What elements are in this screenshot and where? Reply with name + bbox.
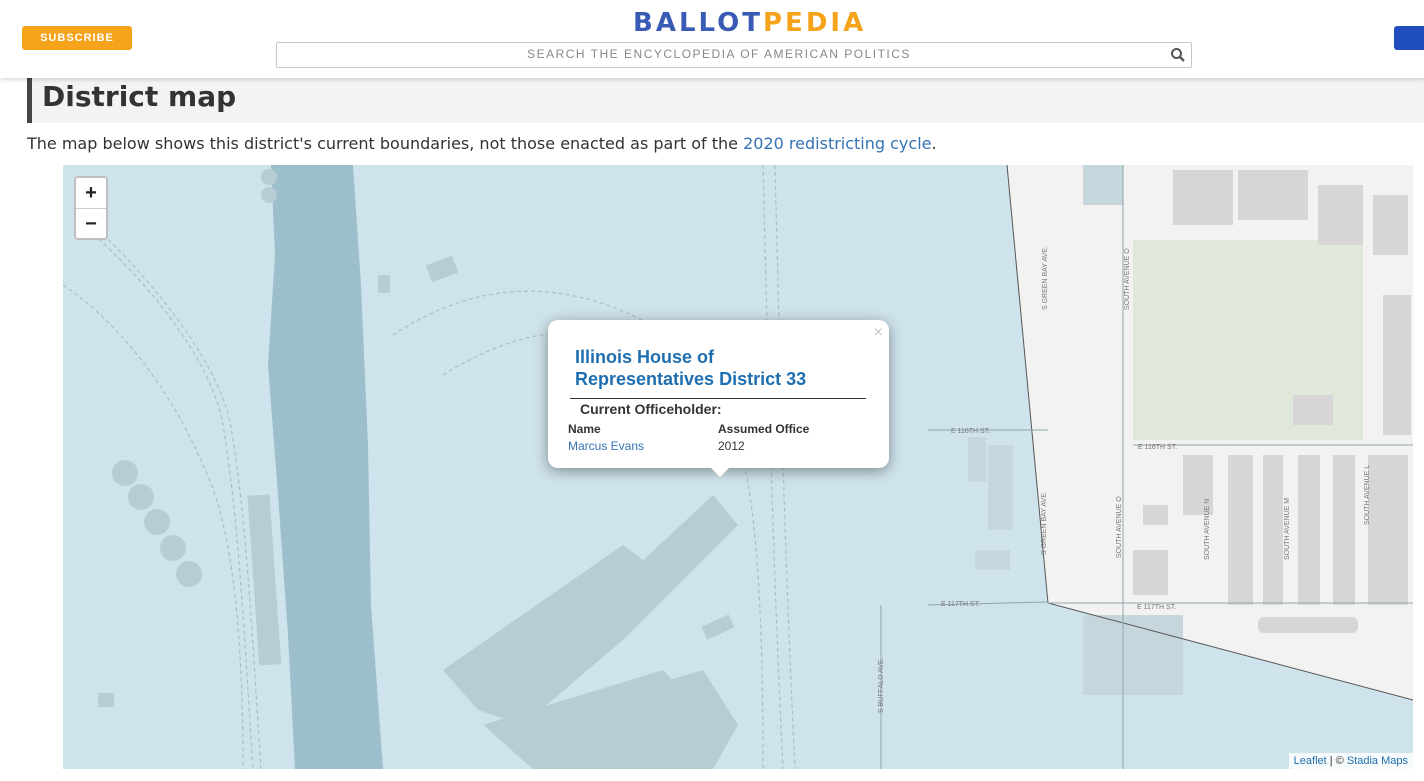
subscribe-button[interactable]: SUBSCRIBE xyxy=(22,26,132,50)
assumed-office-year: 2012 xyxy=(718,439,745,453)
top-bar: SUBSCRIBE BALLOTPEDIA SEARCH THE ENCYCLO… xyxy=(0,0,1424,78)
street-label: SOUTH AVENUE L xyxy=(1364,465,1371,525)
zoom-control: + − xyxy=(74,176,108,240)
section-title: District map xyxy=(42,80,237,113)
menu-tab[interactable] xyxy=(1394,26,1424,50)
popup-name-header: Name xyxy=(568,422,601,436)
logo-part-pedia: PEDIA xyxy=(763,8,867,38)
redistricting-link[interactable]: 2020 redistricting cycle xyxy=(743,134,931,153)
ballotpedia-logo[interactable]: BALLOTPEDIA xyxy=(633,8,866,38)
street-label: S GREEN BAY AVE. xyxy=(1042,246,1049,310)
map-attribution: Leaflet | © Stadia Maps xyxy=(1288,753,1413,769)
officeholder-name-link[interactable]: Marcus Evans xyxy=(568,439,644,453)
street-label: SOUTH AVENUE M xyxy=(1284,498,1291,560)
popup-close-button[interactable]: × xyxy=(874,324,883,342)
street-label: E 116TH ST. xyxy=(951,428,990,435)
popup-assumed-header: Assumed Office xyxy=(718,422,810,436)
stadia-maps-link[interactable]: Stadia Maps xyxy=(1347,755,1408,767)
popup-divider xyxy=(570,398,866,399)
section-heading-bar: District map xyxy=(27,78,1424,123)
popup-tip xyxy=(708,465,732,477)
search-icon[interactable] xyxy=(1169,46,1187,64)
map-description: The map below shows this district's curr… xyxy=(27,134,937,153)
street-label: E 116TH ST. xyxy=(1138,444,1177,451)
attribution-separator: | © xyxy=(1326,755,1347,767)
district-map[interactable]: E 116TH ST. E 116TH ST. E 117TH ST. E 11… xyxy=(63,165,1413,769)
zoom-out-button[interactable]: − xyxy=(76,209,106,239)
description-period: . xyxy=(931,134,937,153)
search-input[interactable]: SEARCH THE ENCYCLOPEDIA OF AMERICAN POLI… xyxy=(276,42,1192,68)
river xyxy=(268,165,383,769)
street-label: SOUTH AVENUE O xyxy=(1116,496,1123,558)
popup-title-link[interactable]: Illinois House of Representatives Distri… xyxy=(575,346,855,390)
logo-part-ballot: BALLOT xyxy=(633,8,763,38)
street-label: E 117TH ST. xyxy=(1137,604,1176,611)
popup-officeholder-label: Current Officeholder: xyxy=(580,401,722,417)
zoom-in-button[interactable]: + xyxy=(76,178,106,209)
street-label: SOUTH AVENUE O xyxy=(1124,248,1131,310)
street-label: E 117TH ST. xyxy=(941,601,980,608)
description-text: The map below shows this district's curr… xyxy=(27,134,739,153)
street-label: S GREEN BAY AVE. xyxy=(1041,491,1048,555)
street-label: SOUTH AVENUE N xyxy=(1204,499,1211,560)
search-placeholder: SEARCH THE ENCYCLOPEDIA OF AMERICAN POLI… xyxy=(527,47,911,61)
leaflet-link[interactable]: Leaflet xyxy=(1294,755,1327,767)
street-label: S BUFFALO AVE. xyxy=(878,657,885,713)
district-popup: × Illinois House of Representatives Dist… xyxy=(548,320,889,468)
